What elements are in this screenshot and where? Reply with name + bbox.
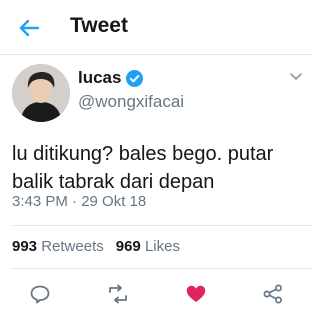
tweet-text: lu ditikung? bales bego. putar balik tab… (12, 143, 274, 193)
arrow-left-icon[interactable] (18, 18, 40, 38)
comment-icon[interactable] (29, 284, 51, 304)
likes-count: 969 (115, 238, 141, 255)
avatar-photo (12, 64, 70, 122)
page-title: Tweet (70, 14, 128, 37)
header-divider (0, 54, 312, 55)
stats-divider-bottom (12, 268, 312, 269)
verified-badge-icon (126, 70, 143, 87)
tweet-timestamp: 3:43 PM · 29 Okt 18 (12, 193, 147, 210)
avatar[interactable] (12, 64, 70, 122)
retweets-count: 993 (12, 238, 38, 255)
heart-icon[interactable] (185, 284, 207, 304)
likes-stat[interactable]: 969 Likes (116, 238, 180, 255)
stats-divider-top (12, 225, 312, 226)
chevron-down-icon[interactable] (290, 72, 302, 82)
retweet-icon[interactable] (107, 284, 129, 304)
retweets-stat[interactable]: 993 Retweets (12, 238, 104, 255)
tweet-stats: 993 Retweets 969 Likes (12, 238, 180, 255)
top-bar: Tweet (0, 0, 312, 54)
likes-label: Likes (144, 238, 180, 255)
author-name[interactable]: lucas (78, 68, 121, 88)
author-handle[interactable]: @wongxifacai (78, 92, 184, 112)
retweets-label: Retweets (41, 238, 104, 255)
share-icon[interactable] (262, 284, 284, 304)
